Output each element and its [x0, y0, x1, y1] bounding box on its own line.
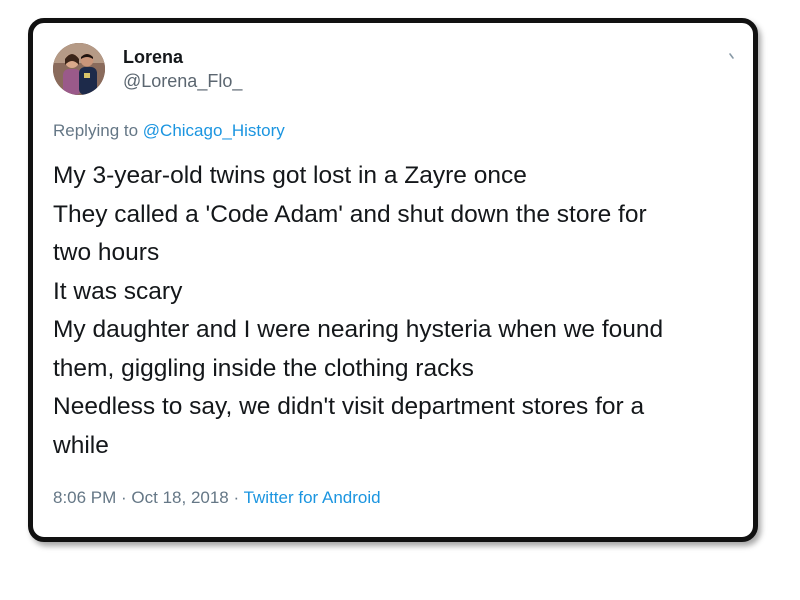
tweet-card: Lorena @Lorena_Flo_ Replying to @Chicago…: [28, 18, 758, 542]
tweet-text-line: It was scary: [53, 277, 183, 305]
tweet-text-line: My daughter and I were nearing hysteria …: [53, 316, 664, 343]
tweet-text: My 3-year-old twins got lost in a Zayre …: [53, 157, 743, 465]
meta-separator: ·: [228, 488, 244, 507]
avatar[interactable]: [53, 43, 105, 95]
reply-prefix: Replying to: [53, 121, 143, 140]
tweet-text-line: while: [53, 431, 109, 459]
tweet-text-line: My 3-year-old twins got lost in a Zayre …: [53, 162, 527, 189]
tweet-text-line: them, giggling inside the clothing racks: [53, 354, 474, 382]
tweet-date[interactable]: Oct 18, 2018: [131, 488, 228, 507]
tweet-meta: 8:06 PM · Oct 18, 2018 · Twitter for And…: [53, 488, 381, 508]
profile-photo-icon: [53, 43, 105, 95]
tweet-time[interactable]: 8:06 PM: [53, 488, 116, 507]
tweet-text-line: two hours: [53, 239, 160, 266]
tweet-source-link[interactable]: Twitter for Android: [244, 488, 381, 507]
reply-mention-link[interactable]: @Chicago_History: [143, 121, 285, 140]
tweet-text-line: They called a 'Code Adam' and shut down …: [53, 200, 647, 228]
user-handle[interactable]: @Lorena_Flo_: [123, 71, 242, 92]
tweet-text-line: Needless to say, we didn't visit departm…: [53, 393, 645, 420]
chevron-down-icon[interactable]: [725, 49, 741, 65]
display-name[interactable]: Lorena: [123, 47, 183, 68]
reply-context: Replying to @Chicago_History: [53, 121, 285, 141]
meta-separator: ·: [116, 488, 132, 507]
